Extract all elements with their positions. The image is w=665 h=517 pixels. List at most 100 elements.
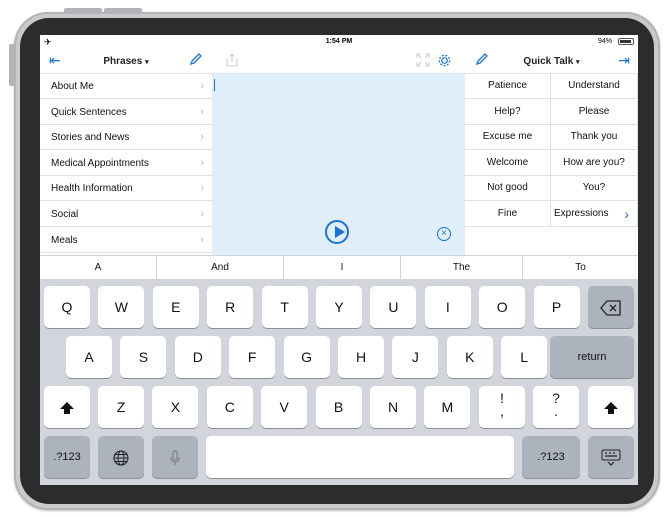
- chevron-right-icon: ›: [200, 105, 204, 118]
- phrase-category-label: Meals: [51, 234, 78, 246]
- phrases-dropdown[interactable]: Phrases ▾: [40, 56, 212, 67]
- key-e[interactable]: E: [152, 286, 199, 328]
- status-time: 1:54 PM: [325, 38, 353, 45]
- quick-talk-phrase[interactable]: Please: [551, 99, 638, 125]
- play-button[interactable]: [325, 220, 349, 244]
- quick-talk-phrase[interactable]: You?: [551, 176, 638, 202]
- key-o[interactable]: O: [479, 286, 526, 328]
- hardware-button: [64, 8, 102, 13]
- microphone-icon: [170, 450, 180, 466]
- quick-talk-phrase[interactable]: Patience: [465, 74, 551, 99]
- phrases-panel: ⇤ Phrases ▾ About Me › Quick Sentences › Sto…: [40, 49, 213, 255]
- key-f[interactable]: F: [229, 336, 276, 378]
- space-bar[interactable]: [206, 436, 514, 478]
- edit-pencil-icon[interactable]: [189, 52, 203, 69]
- quick-talk-phrase[interactable]: Help?: [465, 99, 551, 125]
- key-w[interactable]: W: [98, 286, 145, 328]
- shift-key-left[interactable]: [44, 386, 90, 428]
- phrase-category-label: Quick Sentences: [51, 106, 127, 118]
- return-key[interactable]: return: [550, 336, 634, 378]
- dictation-key[interactable]: [152, 436, 198, 478]
- phrase-category-label: Health Information: [51, 183, 133, 195]
- key-s[interactable]: S: [120, 336, 167, 378]
- phrase-category-item[interactable]: Meals ›: [40, 228, 212, 253]
- key-i[interactable]: I: [424, 286, 471, 328]
- chevron-right-icon: ›: [200, 156, 204, 169]
- predictive-bar: A And I The To: [40, 255, 638, 279]
- quick-talk-phrase[interactable]: Excuse me: [465, 125, 551, 151]
- expressions-folder[interactable]: Expressions ›: [551, 202, 638, 227]
- dismiss-keyboard-key[interactable]: [588, 436, 634, 478]
- phrase-category-item[interactable]: Social ›: [40, 202, 212, 227]
- key-u[interactable]: U: [370, 286, 417, 328]
- prediction-suggestion[interactable]: The: [401, 256, 523, 279]
- caret-down-icon: ▾: [145, 59, 149, 66]
- expand-icon[interactable]: [416, 53, 430, 72]
- prediction-suggestion[interactable]: To: [523, 256, 638, 279]
- hardware-button: [104, 8, 142, 13]
- prediction-suggestion[interactable]: I: [284, 256, 401, 279]
- key-question[interactable]: ?.: [533, 386, 579, 428]
- numbers-key-left[interactable]: .?123: [44, 436, 90, 478]
- key-k[interactable]: K: [446, 336, 493, 378]
- quick-talk-phrase-label: Understand: [568, 80, 620, 91]
- key-m[interactable]: M: [424, 386, 471, 428]
- backspace-key[interactable]: [588, 286, 634, 328]
- gear-icon[interactable]: [437, 53, 452, 73]
- key-j[interactable]: J: [392, 336, 439, 378]
- quick-talk-phrase[interactable]: Thank you: [551, 125, 638, 151]
- globe-key[interactable]: [98, 436, 144, 478]
- shift-key-right[interactable]: [588, 386, 634, 428]
- key-q[interactable]: Q: [44, 286, 90, 328]
- phrases-header: ⇤ Phrases ▾: [40, 49, 212, 74]
- chevron-right-icon: ›: [200, 208, 204, 220]
- prediction-suggestion[interactable]: And: [157, 256, 284, 279]
- key-t[interactable]: T: [261, 286, 308, 328]
- key-g[interactable]: G: [283, 336, 330, 378]
- phrase-category-item[interactable]: Medical Appointments ›: [40, 151, 212, 176]
- clear-text-icon[interactable]: ×: [437, 227, 451, 241]
- phrase-category-item[interactable]: Health Information ›: [40, 176, 212, 202]
- key-c[interactable]: C: [206, 386, 253, 428]
- phrase-category-item[interactable]: Stories and News ›: [40, 125, 212, 151]
- quick-talk-phrase-label: How are you?: [563, 156, 625, 168]
- key-x[interactable]: X: [152, 386, 199, 428]
- hardware-button: [9, 44, 15, 86]
- quick-talk-phrase[interactable]: Not good: [465, 176, 551, 202]
- key-h[interactable]: H: [338, 336, 384, 378]
- prediction-suggestion[interactable]: A: [40, 256, 157, 279]
- phrase-category-label: About Me: [51, 81, 94, 92]
- quick-talk-dropdown[interactable]: Quick Talk ▾: [465, 56, 638, 67]
- key-l[interactable]: L: [501, 336, 548, 378]
- numbers-key-right[interactable]: .?123: [522, 436, 580, 478]
- quick-talk-panel: Quick Talk ▾ ⇥ Patience Understand Help? Pl…: [465, 49, 638, 255]
- key-p[interactable]: P: [533, 286, 580, 328]
- key-n[interactable]: N: [370, 386, 416, 428]
- chevron-right-icon: ›: [200, 182, 204, 195]
- quick-talk-phrase[interactable]: Welcome: [465, 150, 551, 176]
- share-icon[interactable]: [226, 53, 238, 72]
- key-glyph: ,: [500, 403, 504, 419]
- key-y[interactable]: Y: [316, 286, 362, 328]
- key-b[interactable]: B: [315, 386, 362, 428]
- chevron-right-icon: ›: [200, 80, 204, 92]
- quick-talk-phrase-label: You?: [582, 182, 606, 194]
- quick-talk-phrase-label: Please: [578, 105, 610, 117]
- battery-icon: [618, 38, 634, 45]
- key-z[interactable]: Z: [98, 386, 144, 428]
- key-a[interactable]: A: [66, 336, 112, 378]
- chevron-right-icon: ›: [624, 206, 629, 222]
- quick-talk-phrase-label: Thank you: [570, 131, 618, 143]
- key-exclamation[interactable]: !,: [479, 386, 525, 428]
- text-editor-panel[interactable]: ×: [212, 49, 466, 255]
- phrase-category-item[interactable]: About Me ›: [40, 74, 212, 99]
- key-r[interactable]: R: [207, 286, 254, 328]
- key-d[interactable]: D: [174, 336, 221, 378]
- phrase-category-item[interactable]: Quick Sentences ›: [40, 100, 212, 125]
- collapse-right-icon[interactable]: ⇥: [618, 52, 630, 69]
- caret-down-icon: ▾: [576, 59, 580, 66]
- quick-talk-phrase[interactable]: How are you?: [551, 150, 638, 176]
- quick-talk-phrase[interactable]: Understand: [551, 74, 638, 99]
- key-v[interactable]: V: [261, 386, 308, 428]
- quick-talk-phrase[interactable]: Fine: [465, 202, 551, 227]
